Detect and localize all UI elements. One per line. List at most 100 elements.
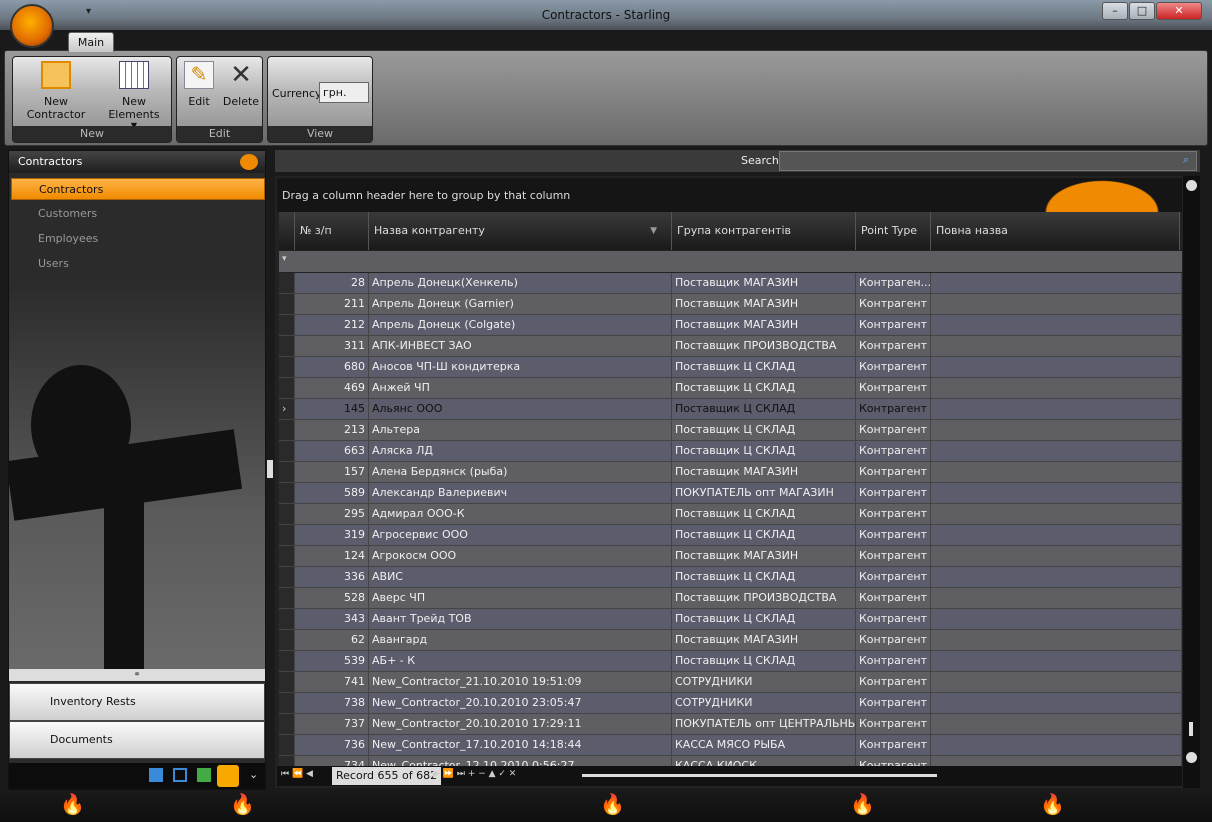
table-cell[interactable]: 469 [295, 378, 369, 399]
new-contractor-button[interactable]: New Contractor [16, 61, 96, 121]
table-cell[interactable] [931, 525, 1182, 546]
section-inventory-rests[interactable]: Inventory Rests [9, 683, 265, 721]
column-header-full-name[interactable]: Повна назва [931, 212, 1180, 250]
table-cell[interactable] [931, 504, 1182, 525]
table-cell[interactable]: New_Contractor_21.10.2010 19:51:09 [369, 672, 672, 693]
table-cell[interactable]: 124 [295, 546, 369, 567]
table-cell[interactable]: Альянс ООО [369, 399, 672, 420]
table-row[interactable]: 663 Аляска ЛД Поставщик Ц СКЛАД Контрагент [279, 441, 1182, 462]
row-indicator[interactable] [279, 441, 295, 462]
table-cell[interactable]: Алена Бердянск (рыба) [369, 462, 672, 483]
table-cell[interactable]: 336 [295, 567, 369, 588]
table-cell[interactable]: Контрагент [856, 357, 931, 378]
table-cell[interactable]: Контрагент [856, 315, 931, 336]
table-cell[interactable]: Адмирал ООО-К [369, 504, 672, 525]
row-indicator[interactable] [279, 273, 295, 294]
table-row[interactable]: 539 АБ+ - К Поставщик Ц СКЛАД Контрагент [279, 651, 1182, 672]
sidebar-item-contractors[interactable]: Contractors [11, 178, 265, 200]
minimize-button[interactable]: – [1102, 2, 1128, 20]
table-cell[interactable]: 157 [295, 462, 369, 483]
table-cell[interactable] [931, 588, 1182, 609]
table-row[interactable]: 528 Аверс ЧП Поставщик ПРОИЗВОДСТВА Контраг… [279, 588, 1182, 609]
edit-button[interactable]: ✎ Edit [181, 61, 217, 108]
row-indicator[interactable] [279, 735, 295, 756]
table-cell[interactable]: Альтера [369, 420, 672, 441]
table-cell[interactable]: Поставщик Ц СКЛАД [672, 609, 856, 630]
new-elements-button[interactable]: New Elements▼ [98, 61, 170, 130]
sidebar-item-customers[interactable]: Customers [11, 203, 265, 225]
windows-icon[interactable] [149, 768, 163, 782]
table-cell[interactable]: 539 [295, 651, 369, 672]
panel-splitter[interactable] [267, 460, 273, 478]
table-cell[interactable]: АПК-ИНВЕСТ ЗАО [369, 336, 672, 357]
table-cell[interactable]: Контрагент [856, 693, 931, 714]
table-cell[interactable]: 737 [295, 714, 369, 735]
table-cell[interactable]: Анжей ЧП [369, 378, 672, 399]
table-cell[interactable]: АВИС [369, 567, 672, 588]
table-cell[interactable]: 528 [295, 588, 369, 609]
row-indicator[interactable] [279, 462, 295, 483]
table-cell[interactable] [931, 693, 1182, 714]
table-cell[interactable]: 738 [295, 693, 369, 714]
search-icon[interactable]: ⌕ [1183, 153, 1189, 167]
table-row[interactable]: 124 Агрокосм ООО Поставщик МАГАЗИН Контраге… [279, 546, 1182, 567]
table-cell[interactable]: Поставщик Ц СКЛАД [672, 504, 856, 525]
table-cell[interactable] [931, 630, 1182, 651]
table-row[interactable]: 736 New_Contractor_17.10.2010 14:18:44 КАС… [279, 735, 1182, 756]
table-cell[interactable]: New_Contractor_17.10.2010 14:18:44 [369, 735, 672, 756]
table-cell[interactable]: Агросервис ООО [369, 525, 672, 546]
table-cell[interactable]: Контрагент [856, 714, 931, 735]
row-indicator[interactable] [279, 651, 295, 672]
column-header-name[interactable]: Назва контрагенту ▼ [369, 212, 672, 250]
row-indicator[interactable] [279, 609, 295, 630]
table-cell[interactable]: Апрель Донецк (Colgate) [369, 315, 672, 336]
row-indicator[interactable] [279, 693, 295, 714]
column-header-group[interactable]: Група контрагентів [672, 212, 856, 250]
table-cell[interactable]: Контрагент [856, 735, 931, 756]
table-cell[interactable]: Агрокосм ООО [369, 546, 672, 567]
quick-access-dropdown-icon[interactable]: ▾ [86, 6, 91, 17]
table-cell[interactable]: Контрагент [856, 609, 931, 630]
table-row[interactable]: 311 АПК-ИНВЕСТ ЗАО Поставщик ПРОИЗВОДСТВА К… [279, 336, 1182, 357]
table-cell[interactable]: Поставщик Ц СКЛАД [672, 567, 856, 588]
section-documents[interactable]: Documents [9, 721, 265, 759]
table-row[interactable]: 336 АВИС Поставщик Ц СКЛАД Контрагент [279, 567, 1182, 588]
table-row[interactable]: 295 Адмирал ООО-К Поставщик Ц СКЛАД Контраг… [279, 504, 1182, 525]
table-cell[interactable]: Поставщик ПРОИЗВОДСТВА [672, 336, 856, 357]
table-cell[interactable]: Контраген... [856, 273, 931, 294]
table-cell[interactable]: АБ+ - К [369, 651, 672, 672]
table-row[interactable]: 319 Агросервис ООО Поставщик Ц СКЛАД Контра… [279, 525, 1182, 546]
nav-next-last-icons[interactable]: ▶ ⏩ ⏭ + − ▲ ✓ ✕ [433, 769, 516, 779]
table-row[interactable]: 589 Александр Валериевич ПОКУПАТЕЛЬ опт МА… [279, 483, 1182, 504]
table-cell[interactable]: ПОКУПАТЕЛЬ опт МАГАЗИН [672, 483, 856, 504]
table-cell[interactable]: Контрагент [856, 378, 931, 399]
table-cell[interactable]: 28 [295, 273, 369, 294]
table-row[interactable]: 62 Авангард Поставщик МАГАЗИН Контрагент [279, 630, 1182, 651]
table-row[interactable]: › 145 Альянс ООО Поставщик Ц СКЛАД Контраген… [279, 399, 1182, 420]
table-row[interactable]: 680 Аносов ЧП-Ш кондитерка Поставщик Ц СКЛ… [279, 357, 1182, 378]
table-cell[interactable] [931, 609, 1182, 630]
table-cell[interactable] [931, 273, 1182, 294]
table-cell[interactable]: Аносов ЧП-Ш кондитерка [369, 357, 672, 378]
table-cell[interactable]: Поставщик Ц СКЛАД [672, 378, 856, 399]
row-indicator[interactable] [279, 546, 295, 567]
table-cell[interactable]: Поставщик Ц СКЛАД [672, 441, 856, 462]
column-header-point-type[interactable]: Point Type [856, 212, 931, 250]
row-indicator[interactable] [279, 357, 295, 378]
hierarchy-icon[interactable] [173, 768, 187, 782]
table-cell[interactable] [931, 567, 1182, 588]
table-cell[interactable]: Контрагент [856, 336, 931, 357]
table-cell[interactable]: 589 [295, 483, 369, 504]
bone-scroll-thumb[interactable] [1189, 722, 1193, 736]
table-cell[interactable]: Контрагент [856, 525, 931, 546]
nav-first-prev-icons[interactable]: ⏮ ⏪ ◀ [281, 769, 313, 779]
table-cell[interactable] [931, 714, 1182, 735]
tab-main[interactable]: Main [68, 32, 114, 52]
table-cell[interactable]: КАССА МЯСО РЫБА [672, 735, 856, 756]
table-cell[interactable] [931, 294, 1182, 315]
table-cell[interactable]: Поставщик ПРОИЗВОДСТВА [672, 588, 856, 609]
table-cell[interactable]: Контрагент [856, 672, 931, 693]
row-indicator[interactable] [279, 483, 295, 504]
table-cell[interactable] [931, 735, 1182, 756]
table-cell[interactable]: Контрагент [856, 294, 931, 315]
